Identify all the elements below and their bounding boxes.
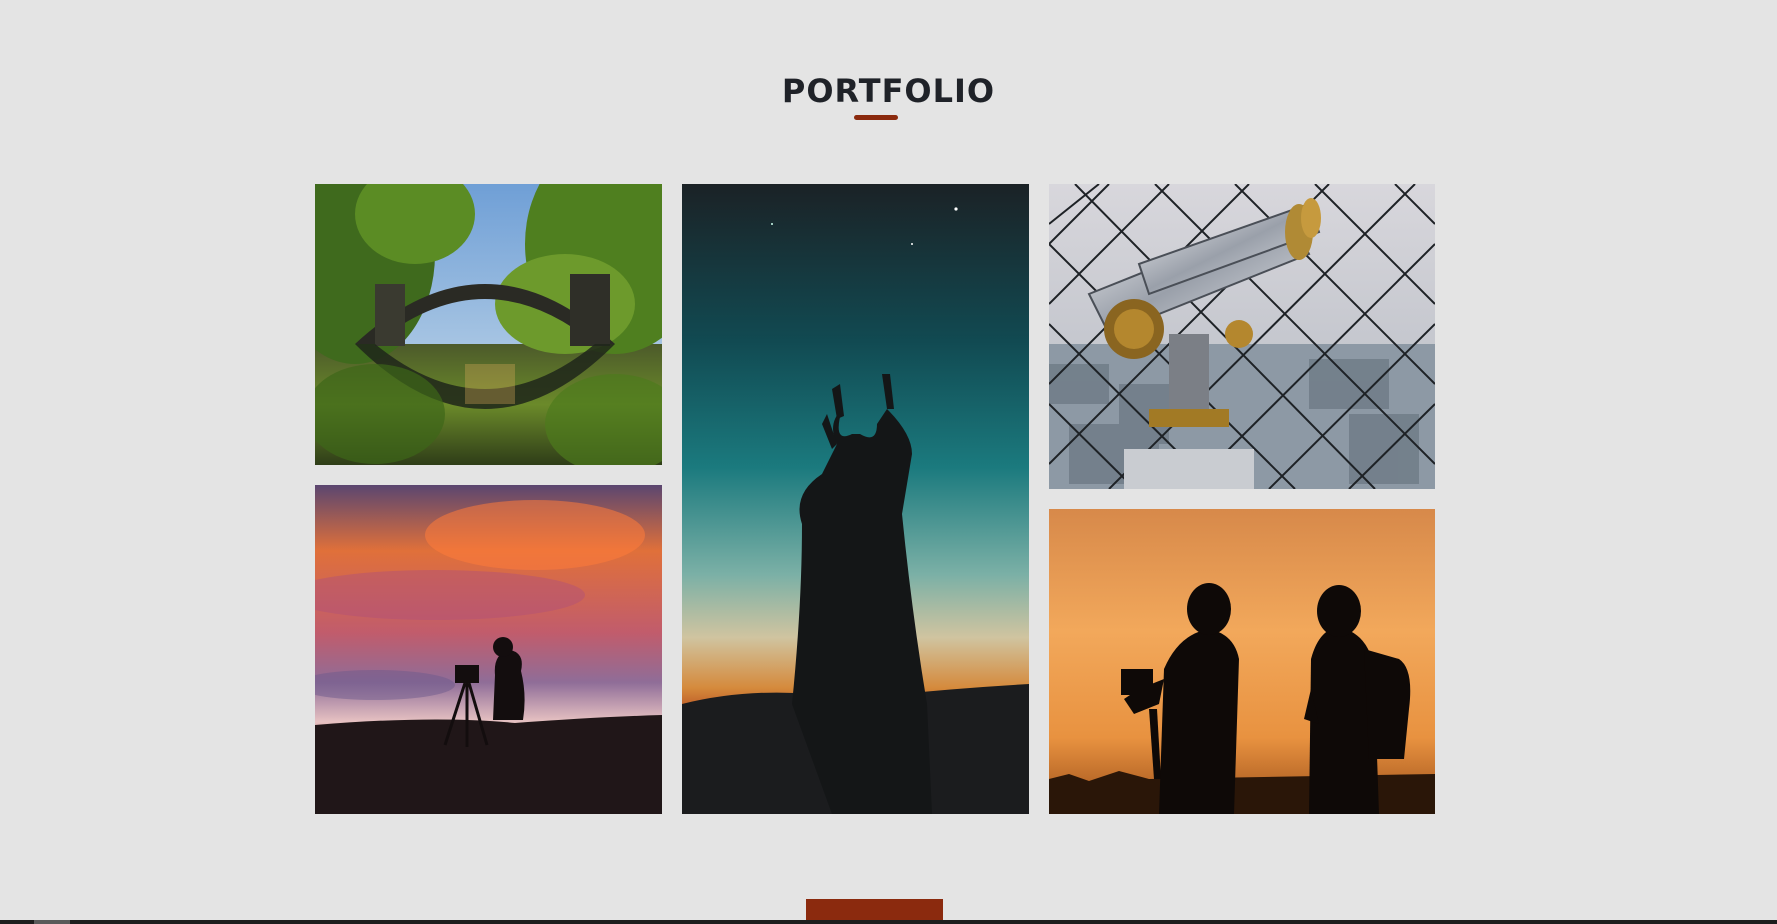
title-underline xyxy=(854,115,898,120)
portfolio-image-moon[interactable] xyxy=(682,184,1029,814)
scrollbar-thumb[interactable] xyxy=(34,920,70,924)
portfolio-page: PORTFOLIO xyxy=(0,0,1777,924)
portfolio-image-tripod[interactable] xyxy=(315,485,662,814)
moon-photo xyxy=(682,184,1029,814)
section-title: PORTFOLIO xyxy=(781,72,996,110)
tripod-photo xyxy=(315,485,662,814)
photographers-photo xyxy=(1049,509,1435,814)
bridge-photo xyxy=(315,184,662,465)
binoculars-photo xyxy=(1049,184,1435,489)
portfolio-image-duo[interactable] xyxy=(1049,509,1435,814)
portfolio-image-bridge[interactable] xyxy=(315,184,662,465)
horizontal-scrollbar[interactable] xyxy=(0,920,1777,924)
portfolio-image-scope[interactable] xyxy=(1049,184,1435,489)
